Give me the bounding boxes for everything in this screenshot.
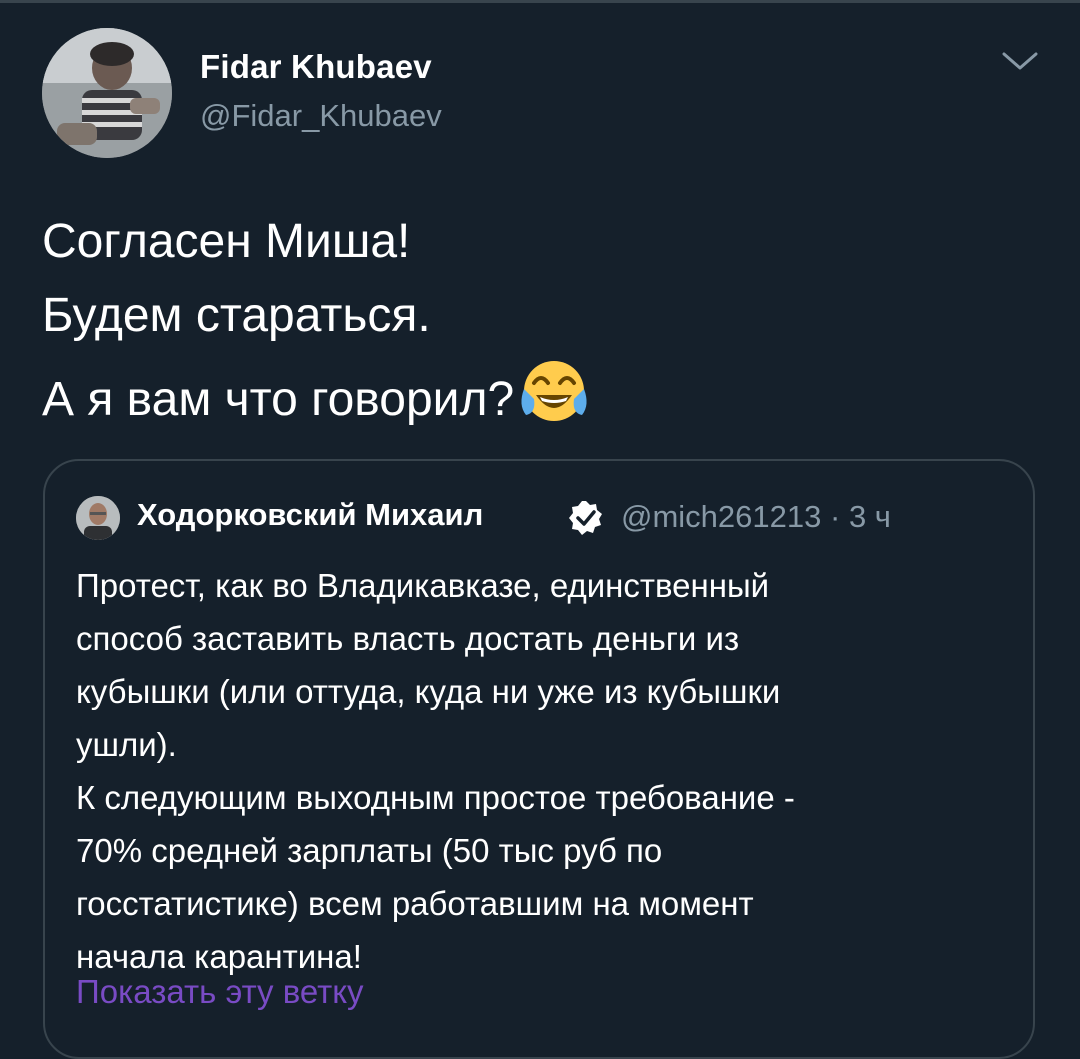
quoted-author-avatar[interactable] [76, 496, 120, 540]
quoted-tweet-card[interactable]: Ходорковский Михаил @mich261213 · 3 ч Пр… [43, 459, 1035, 1059]
chevron-down-icon[interactable] [996, 44, 1044, 80]
quoted-line: Протест, как во Владикавказе, единственн… [76, 567, 770, 604]
author-avatar[interactable] [42, 28, 172, 158]
quoted-line: способ заставить власть достать деньги и… [76, 620, 740, 657]
quoted-meta: @mich261213 · 3 ч [621, 499, 891, 535]
tweet-line: А я вам что говорил? [42, 353, 1022, 437]
quoted-tweet-text: Протест, как во Владикавказе, единственн… [76, 559, 1016, 983]
tweet-line: Согласен Миша! [42, 215, 411, 268]
quoted-line: К следующим выходным простое требование … [76, 779, 795, 816]
quoted-line: кубышки (или оттуда, куда ни уже из кубы… [76, 673, 781, 710]
verified-badge-icon [569, 501, 602, 535]
user-photo-avatar-icon [42, 28, 172, 158]
top-divider [0, 0, 1080, 3]
author-handle[interactable]: @Fidar_Khubaev [200, 98, 442, 134]
quoted-line: госстатистике) всем работавшим на момент [76, 885, 754, 922]
quoted-author-display-name[interactable]: Ходорковский Михаил [137, 497, 483, 533]
meta-separator: · [830, 499, 841, 534]
show-thread-link[interactable]: Показать эту ветку [76, 973, 364, 1011]
quoted-line: ушли). [76, 726, 177, 763]
face-with-tears-of-joy-emoji-icon [521, 361, 587, 421]
tweet-line-text: А я вам что говорил? [42, 373, 515, 426]
tweet-text: Согласен Миша! Будем стараться. А я вам … [42, 205, 1022, 437]
quoted-timestamp[interactable]: 3 ч [849, 499, 891, 534]
user-photo-avatar-icon [76, 496, 120, 540]
tweet-line: Будем стараться. [42, 289, 431, 342]
author-display-name[interactable]: Fidar Khubaev [200, 48, 432, 86]
quoted-author-handle[interactable]: @mich261213 [621, 499, 821, 534]
quoted-line: 70% средней зарплаты (50 тыс руб по [76, 832, 663, 869]
